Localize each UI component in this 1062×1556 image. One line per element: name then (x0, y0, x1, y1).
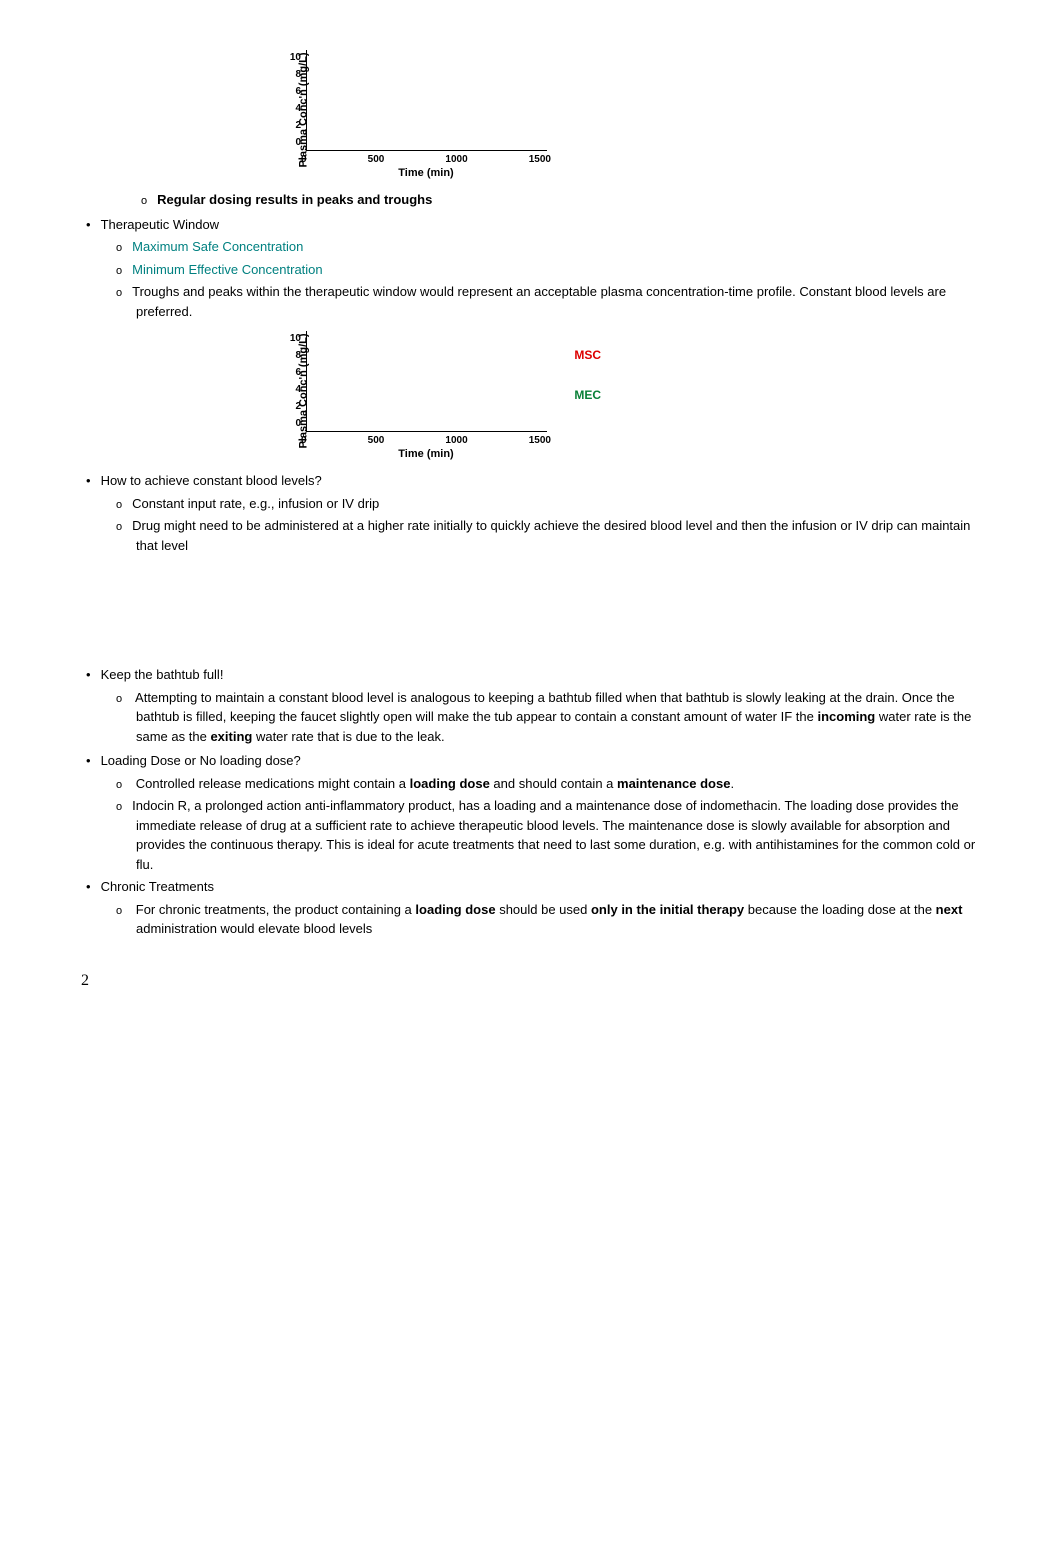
chart1-xlabel: Time (min) (306, 165, 546, 182)
loading-1-pre: Controlled release medications might con… (136, 776, 410, 791)
bathtub-bold1: incoming (817, 709, 875, 724)
y-tick: 10 (286, 50, 301, 65)
loading-1-end: . (730, 776, 734, 791)
y-tick: 0 (286, 135, 301, 150)
loading-1-bold1: loading dose (410, 776, 490, 791)
page-number: 2 (81, 969, 981, 993)
y-tick: 4 (286, 382, 301, 397)
chronic-item: For chronic treatments, the product cont… (136, 900, 981, 939)
howto-item-2: Drug might need to be administered at a … (136, 516, 981, 555)
chart2-yticks: 10 8 6 4 2 0 (286, 331, 301, 431)
y-tick: 0 (286, 416, 301, 431)
therapeutic-item-msc: Maximum Safe Concentration (136, 237, 981, 257)
therapeutic-item-troughs: Troughs and peaks within the therapeutic… (136, 282, 981, 321)
chronic-bold2: only in the initial therapy (591, 902, 744, 917)
chart-2-plot: Plasma Conc'n (mg/L) 10 8 6 4 2 0 0 500 … (281, 331, 561, 451)
howto-item-1: Constant input rate, e.g., infusion or I… (136, 494, 981, 514)
howto-title: How to achieve constant blood levels? (101, 473, 322, 488)
loading-item-1: Controlled release medications might con… (136, 774, 981, 794)
loading-1-mid: and should contain a (490, 776, 617, 791)
chronic-mid1: should be used (496, 902, 591, 917)
y-tick: 2 (286, 399, 301, 414)
chronic-bold3: next (936, 902, 963, 917)
chronic-bullet: Chronic Treatments For chronic treatment… (101, 877, 981, 939)
chart2-plot-area (306, 331, 547, 432)
loading-bullet: Loading Dose or No loading dose? Control… (101, 751, 981, 874)
chronic-pre: For chronic treatments, the product cont… (136, 902, 416, 917)
bathtub-title: Keep the bathtub full! (101, 667, 224, 682)
loading-1-bold2: maintenance dose (617, 776, 730, 791)
bathtub-end: water rate that is due to the leak. (252, 729, 444, 744)
chronic-end: administration would elevate blood level… (136, 921, 372, 936)
bathtub-item: Attempting to maintain a constant blood … (136, 688, 981, 747)
msc-annotation: MSC (574, 346, 601, 364)
troughs-text: Troughs and peaks within the therapeutic… (132, 284, 946, 319)
y-tick: 8 (286, 348, 301, 363)
bathtub-bullet: Keep the bathtub full! Attempting to mai… (101, 665, 981, 746)
therapeutic-window-bullet: Therapeutic Window Maximum Safe Concentr… (101, 215, 981, 322)
loading-2-text: Indocin R, a prolonged action anti-infla… (132, 798, 975, 872)
msc-text: Maximum Safe Concentration (132, 239, 303, 254)
therapeutic-title: Therapeutic Window (101, 217, 220, 232)
chart-1: Plasma Conc'n (mg/L) 10 8 6 4 2 0 0 500 … (281, 50, 981, 170)
loading-item-2: Indocin R, a prolonged action anti-infla… (136, 796, 981, 874)
regular-dosing-item: Regular dosing results in peaks and trou… (161, 190, 981, 210)
y-tick: 4 (286, 101, 301, 116)
chart1-plot-area (306, 50, 547, 151)
chart1-yticks: 10 8 6 4 2 0 (286, 50, 301, 150)
regular-dosing-text: Regular dosing results in peaks and trou… (157, 192, 432, 207)
chart-2: Plasma Conc'n (mg/L) 10 8 6 4 2 0 0 500 … (281, 331, 981, 451)
chart2-xlabel: Time (min) (306, 446, 546, 463)
chronic-bold1: loading dose (415, 902, 495, 917)
y-tick: 6 (286, 365, 301, 380)
mec-text: Minimum Effective Concentration (132, 262, 323, 277)
loading-title: Loading Dose or No loading dose? (101, 753, 301, 768)
howto-bullet: How to achieve constant blood levels? Co… (101, 471, 981, 555)
chronic-mid2: because the loading dose at the (744, 902, 936, 917)
chronic-title: Chronic Treatments (101, 879, 214, 894)
y-tick: 8 (286, 67, 301, 82)
y-tick: 6 (286, 84, 301, 99)
howto-text-2: Drug might need to be administered at a … (132, 518, 970, 553)
bathtub-bold2: exiting (210, 729, 252, 744)
chart-1-plot: Plasma Conc'n (mg/L) 10 8 6 4 2 0 0 500 … (281, 50, 561, 170)
therapeutic-item-mec: Minimum Effective Concentration (136, 260, 981, 280)
howto-text-1: Constant input rate, e.g., infusion or I… (132, 496, 379, 511)
mec-annotation: MEC (574, 386, 601, 404)
y-tick: 10 (286, 331, 301, 346)
y-tick: 2 (286, 118, 301, 133)
spacer (81, 560, 981, 660)
